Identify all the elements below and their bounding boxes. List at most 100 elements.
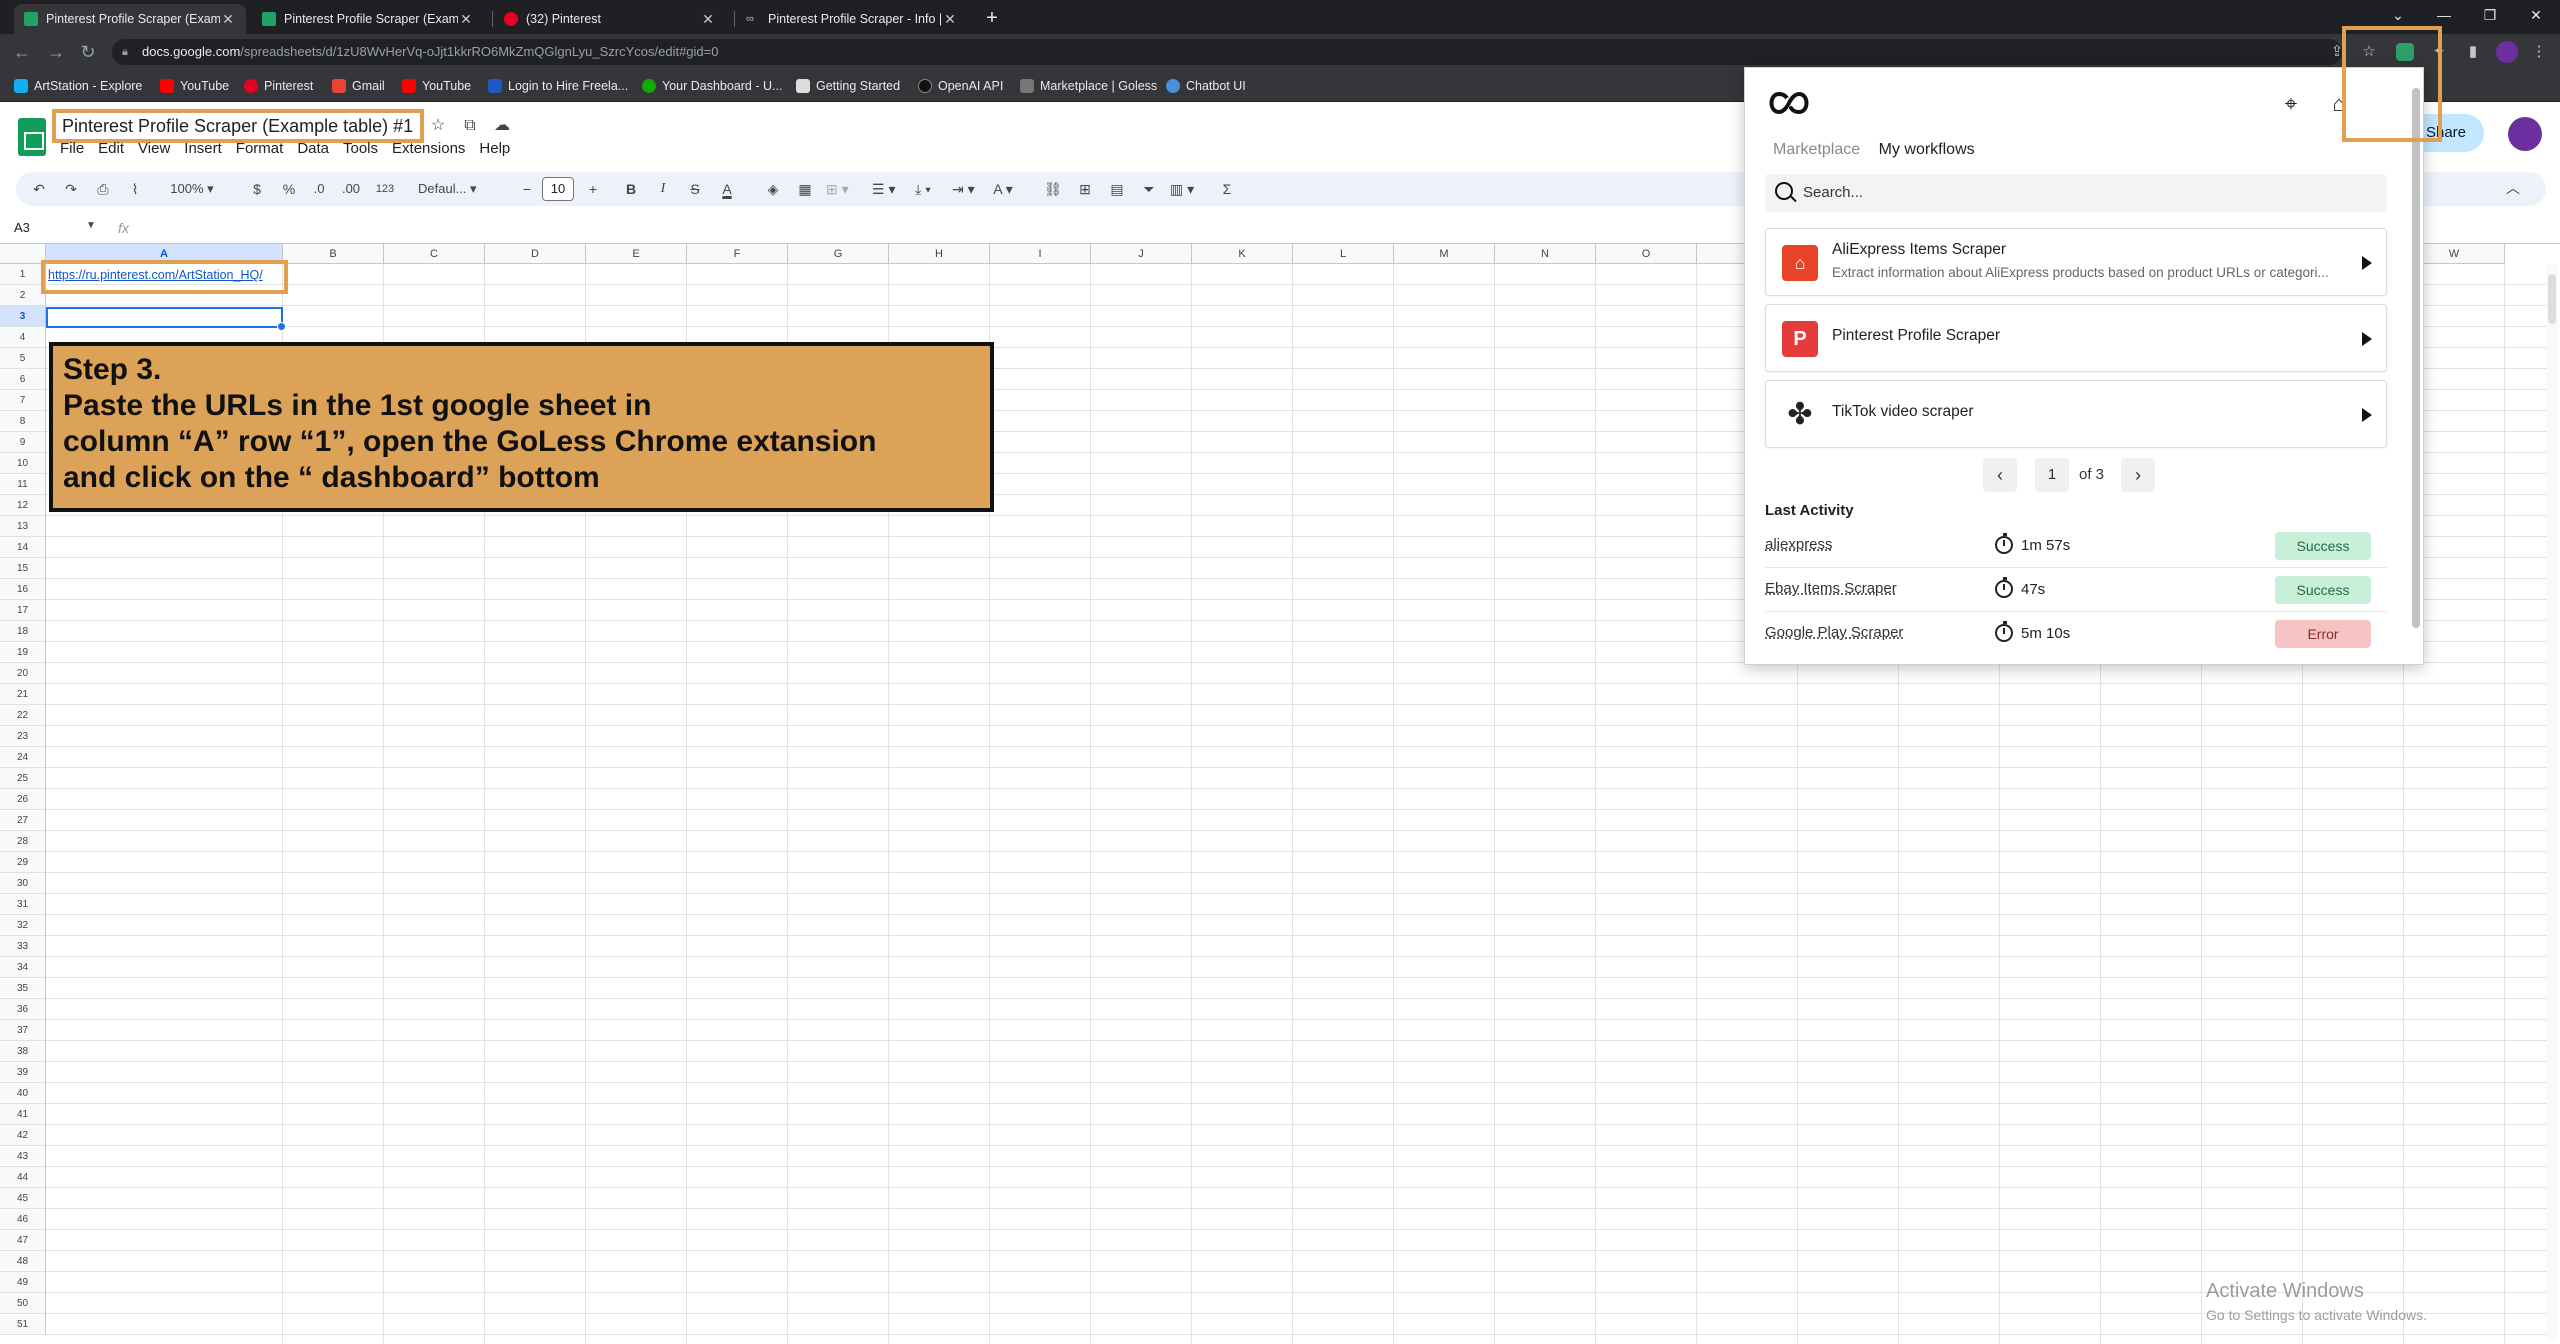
strikethrough-button[interactable]: S xyxy=(684,177,706,201)
borders-icon[interactable]: ▦ xyxy=(794,177,816,201)
row-header[interactable]: 46 xyxy=(0,1209,46,1230)
row-header[interactable]: 20 xyxy=(0,663,46,684)
row-header[interactable]: 18 xyxy=(0,621,46,642)
row-header[interactable]: 50 xyxy=(0,1293,46,1314)
row-header[interactable]: 24 xyxy=(0,747,46,768)
address-bar[interactable]: 🔒︎ docs.google.com/spreadsheets/d/1zU8Wv… xyxy=(112,39,2342,65)
decrease-decimal-button[interactable]: .0 xyxy=(308,177,330,201)
side-panel-icon[interactable]: ▮ xyxy=(2462,41,2484,63)
column-header[interactable]: F xyxy=(687,244,788,264)
column-header[interactable]: A xyxy=(46,244,283,264)
font-size-decrease-icon[interactable]: − xyxy=(516,177,538,201)
workflow-card[interactable]: ✤ TikTok video scraper xyxy=(1765,380,2387,448)
row-header[interactable]: 49 xyxy=(0,1272,46,1293)
percent-format-button[interactable]: % xyxy=(278,177,300,201)
close-window-icon[interactable]: ✕ xyxy=(2514,0,2558,30)
play-icon[interactable] xyxy=(2362,408,2372,422)
bookmark[interactable]: Pinterest xyxy=(244,76,313,96)
close-icon[interactable]: ✕ xyxy=(458,11,474,28)
row-header[interactable]: 31 xyxy=(0,894,46,915)
column-header[interactable]: E xyxy=(586,244,687,264)
cloud-status-icon[interactable]: ☁ xyxy=(490,114,514,138)
row-header[interactable]: 22 xyxy=(0,705,46,726)
row-header[interactable]: 5 xyxy=(0,348,46,369)
row-header[interactable]: 1 xyxy=(0,264,46,285)
chevron-right-icon[interactable]: › xyxy=(2121,458,2155,492)
play-icon[interactable] xyxy=(2362,332,2372,346)
tab-marketplace[interactable]: Marketplace xyxy=(1773,141,1860,158)
italic-button[interactable]: I xyxy=(652,177,674,201)
bookmark[interactable]: Marketplace | Goless xyxy=(1020,76,1157,96)
home-dashboard-icon[interactable]: ⌂ xyxy=(2323,88,2355,120)
avatar[interactable] xyxy=(2508,117,2542,151)
menu-data[interactable]: Data xyxy=(297,138,329,160)
font-size-increase-icon[interactable]: + xyxy=(582,177,604,201)
bookmark-star-icon[interactable]: ☆ xyxy=(2358,41,2380,63)
row-header[interactable]: 44 xyxy=(0,1167,46,1188)
bookmark[interactable]: Login to Hire Freela... xyxy=(488,76,628,96)
bookmark[interactable]: Gmail xyxy=(332,76,385,96)
font-size-input[interactable]: 10 xyxy=(542,177,574,201)
column-header[interactable]: D xyxy=(485,244,586,264)
row-header[interactable]: 19 xyxy=(0,642,46,663)
column-header[interactable]: K xyxy=(1192,244,1293,264)
profile-avatar[interactable] xyxy=(2496,41,2518,63)
row-header[interactable]: 25 xyxy=(0,768,46,789)
share-page-icon[interactable]: ⇪ xyxy=(2326,41,2348,63)
row-header[interactable]: 13 xyxy=(0,516,46,537)
horizontal-align-icon[interactable]: ☰ ▾ xyxy=(872,177,895,201)
selected-cell[interactable] xyxy=(46,307,286,331)
column-header[interactable]: L xyxy=(1293,244,1394,264)
row-header[interactable]: 12 xyxy=(0,495,46,516)
vertical-scrollbar[interactable] xyxy=(2546,264,2558,1340)
zoom-select[interactable]: 100% ▾ xyxy=(162,177,222,201)
name-box[interactable]: A3 xyxy=(14,220,30,235)
row-header[interactable]: 9 xyxy=(0,432,46,453)
tab-search-icon[interactable]: ⌄ xyxy=(2376,0,2420,30)
new-tab-button[interactable]: + xyxy=(978,4,1006,32)
document-title[interactable]: Pinterest Profile Scraper (Example table… xyxy=(58,113,417,139)
back-icon[interactable]: ← xyxy=(10,40,34,64)
row-header[interactable]: 17 xyxy=(0,600,46,621)
sheets-logo-icon[interactable] xyxy=(18,118,46,156)
bookmark[interactable]: YouTube xyxy=(402,76,471,96)
column-header[interactable]: I xyxy=(990,244,1091,264)
undo-icon[interactable]: ↶ xyxy=(28,177,50,201)
row-header[interactable]: 23 xyxy=(0,726,46,747)
row-header[interactable]: 48 xyxy=(0,1251,46,1272)
column-header[interactable]: G xyxy=(788,244,889,264)
workflow-card[interactable]: Pinterest Profile Scraper xyxy=(1765,304,2387,372)
row-header[interactable]: 11 xyxy=(0,474,46,495)
browser-tab[interactable]: Pinterest Profile Scraper (Exampl ✕ xyxy=(252,4,484,34)
more-menu-icon[interactable]: ⋮ xyxy=(2528,41,2550,63)
popup-scrollbar[interactable] xyxy=(2411,78,2421,658)
row-header[interactable]: 51 xyxy=(0,1314,46,1335)
close-icon[interactable]: ✕ xyxy=(700,11,716,28)
menu-insert[interactable]: Insert xyxy=(184,138,222,160)
close-icon[interactable]: ✕ xyxy=(942,11,958,28)
row-header[interactable]: 39 xyxy=(0,1062,46,1083)
functions-button[interactable]: Σ xyxy=(1216,177,1238,201)
row-header[interactable]: 34 xyxy=(0,957,46,978)
row-header[interactable]: 14 xyxy=(0,537,46,558)
activity-row[interactable]: aliexpress 1m 57s Success xyxy=(1765,524,2387,568)
menu-tools[interactable]: Tools xyxy=(343,138,378,160)
menu-file[interactable]: File xyxy=(60,138,84,160)
insert-comment-icon[interactable]: ⊞ xyxy=(1074,177,1096,201)
row-header[interactable]: 45 xyxy=(0,1188,46,1209)
row-header[interactable]: 40 xyxy=(0,1083,46,1104)
browser-tab[interactable]: Pinterest Profile Scraper (Exampl ✕ xyxy=(14,4,246,34)
activity-name[interactable]: Google Play Scraper xyxy=(1765,624,1903,641)
row-header[interactable]: 4 xyxy=(0,327,46,348)
row-header[interactable]: 35 xyxy=(0,978,46,999)
row-header[interactable]: 10 xyxy=(0,453,46,474)
chevron-down-icon[interactable]: ▼ xyxy=(86,220,96,231)
crosshair-icon[interactable]: ⌖ xyxy=(2275,88,2307,120)
filter-icon[interactable]: ⏷ xyxy=(1138,177,1160,201)
row-header[interactable]: 47 xyxy=(0,1230,46,1251)
column-header[interactable]: N xyxy=(1495,244,1596,264)
row-header[interactable]: 33 xyxy=(0,936,46,957)
row-header[interactable]: 30 xyxy=(0,873,46,894)
activity-name[interactable]: Ebay Items Scraper xyxy=(1765,580,1897,597)
vertical-align-icon[interactable]: ⤓ ▾ xyxy=(912,177,934,201)
